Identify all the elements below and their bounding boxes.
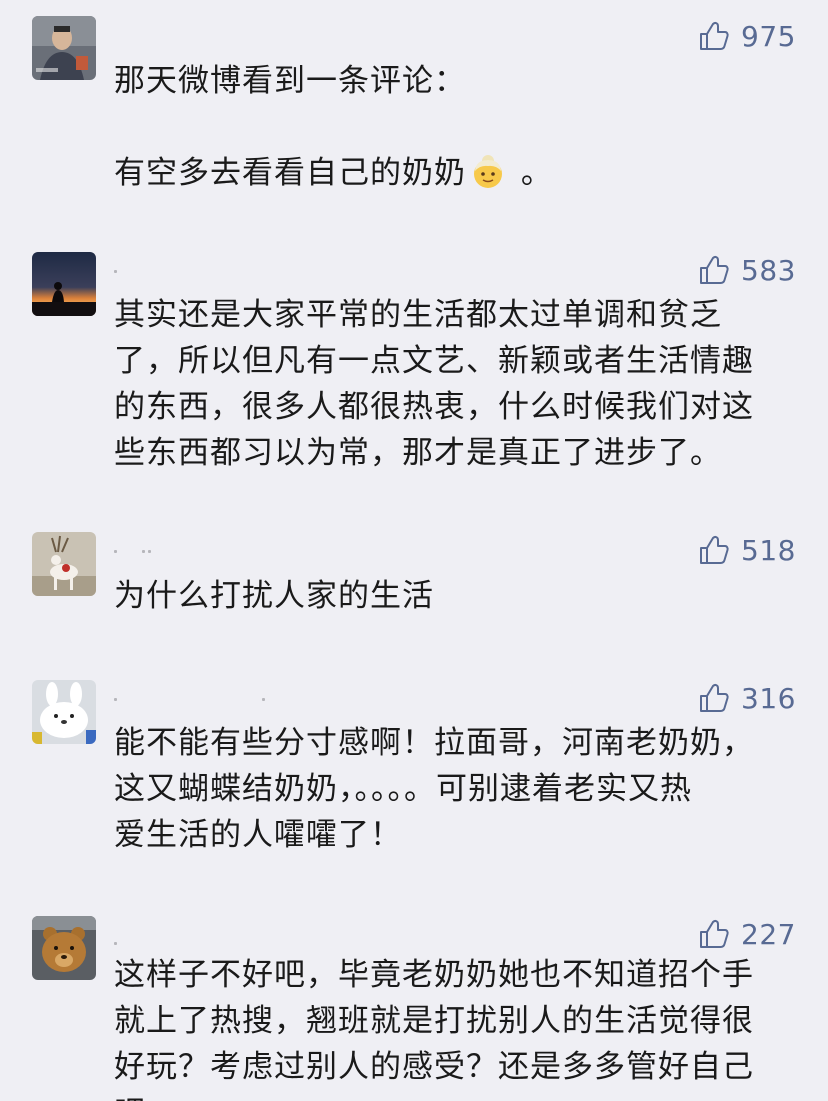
username[interactable]	[114, 934, 314, 945]
thumbs-up-icon	[700, 535, 729, 564]
comment-line: 的东西，很多人都很热衷，什么时候我们对这	[114, 389, 754, 425]
comment-line: 能不能有些分寸感啊！拉面哥，河南老奶奶，	[114, 725, 754, 761]
like-button[interactable]: 227	[697, 916, 796, 952]
comment-text: 能不能有些分寸感啊！拉面哥，河南老奶奶， 这又蝴蝶结奶奶，。。。。可别逮着老实又…	[114, 720, 794, 858]
comment-text: 这样子不好吧，毕竟老奶奶她也不知道招个手 就上了热搜，翘班就是打扰别人的生活觉得…	[114, 952, 794, 1101]
avatar-image	[32, 532, 96, 596]
thumbs-up-icon	[700, 21, 729, 50]
like-button[interactable]: 583	[697, 252, 796, 288]
older-woman-emoji	[474, 155, 502, 188]
comment-line: 其实还是大家平常的生活都太过单调和贫乏	[114, 297, 722, 333]
like-button[interactable]: 316	[697, 680, 796, 716]
like-count: 227	[741, 917, 796, 951]
like-button[interactable]: 975	[697, 18, 796, 54]
like-count: 975	[741, 19, 796, 53]
comment-line: 吧。	[114, 1095, 178, 1101]
comment-line: 为什么打扰人家的生活	[114, 578, 434, 614]
like-count: 583	[741, 253, 796, 287]
comment-list: 975 那天微博看到一条评论： 有空多去看看自己的奶奶 。 583 其实还是大家…	[0, 0, 828, 1101]
avatar-image	[32, 16, 96, 80]
like-button[interactable]: 518	[697, 532, 796, 568]
avatar[interactable]	[32, 680, 96, 744]
thumbs-up-icon	[700, 683, 729, 712]
avatar[interactable]	[32, 252, 96, 316]
username[interactable]	[114, 698, 314, 708]
username[interactable]	[114, 270, 314, 280]
comment-line: 爱生活的人嚯嚯了！	[114, 817, 402, 853]
username[interactable]	[114, 550, 314, 560]
avatar-image	[32, 252, 96, 316]
comment-line: 这又蝴蝶结奶奶，。。。。可别逮着老实又热	[114, 771, 692, 807]
thumbs-up-icon	[700, 919, 729, 948]
avatar[interactable]	[32, 532, 96, 596]
thumbs-up-icon	[700, 255, 729, 284]
like-count: 316	[741, 681, 796, 715]
comment-text: 为什么打扰人家的生活	[114, 573, 794, 619]
comment-line: 就上了热搜，翘班就是打扰别人的生活觉得很	[114, 1003, 754, 1039]
comment-text: 其实还是大家平常的生活都太过单调和贫乏 了，所以但凡有一点文艺、新颖或者生活情趣…	[114, 292, 794, 476]
comment-line: 好玩？考虑过别人的感受？还是多多管好自己	[114, 1049, 754, 1085]
like-count: 518	[741, 533, 796, 567]
comment-line: 那天微博看到一条评论：	[114, 63, 466, 99]
avatar[interactable]	[32, 916, 96, 980]
comment-line: 这样子不好吧，毕竟老奶奶她也不知道招个手	[114, 957, 754, 993]
comment-line: 有空多去看看自己的奶奶	[114, 155, 466, 191]
comment-line: 了，所以但凡有一点文艺、新颖或者生活情趣	[114, 343, 754, 379]
avatar-image	[32, 680, 96, 744]
avatar-image	[32, 916, 96, 980]
comment-text: 那天微博看到一条评论： 有空多去看看自己的奶奶 。	[114, 58, 794, 196]
comment-line: 些东西都习以为常，那才是真正了进步了。	[114, 435, 722, 471]
comment-line: 。	[510, 155, 553, 191]
avatar[interactable]	[32, 16, 96, 80]
